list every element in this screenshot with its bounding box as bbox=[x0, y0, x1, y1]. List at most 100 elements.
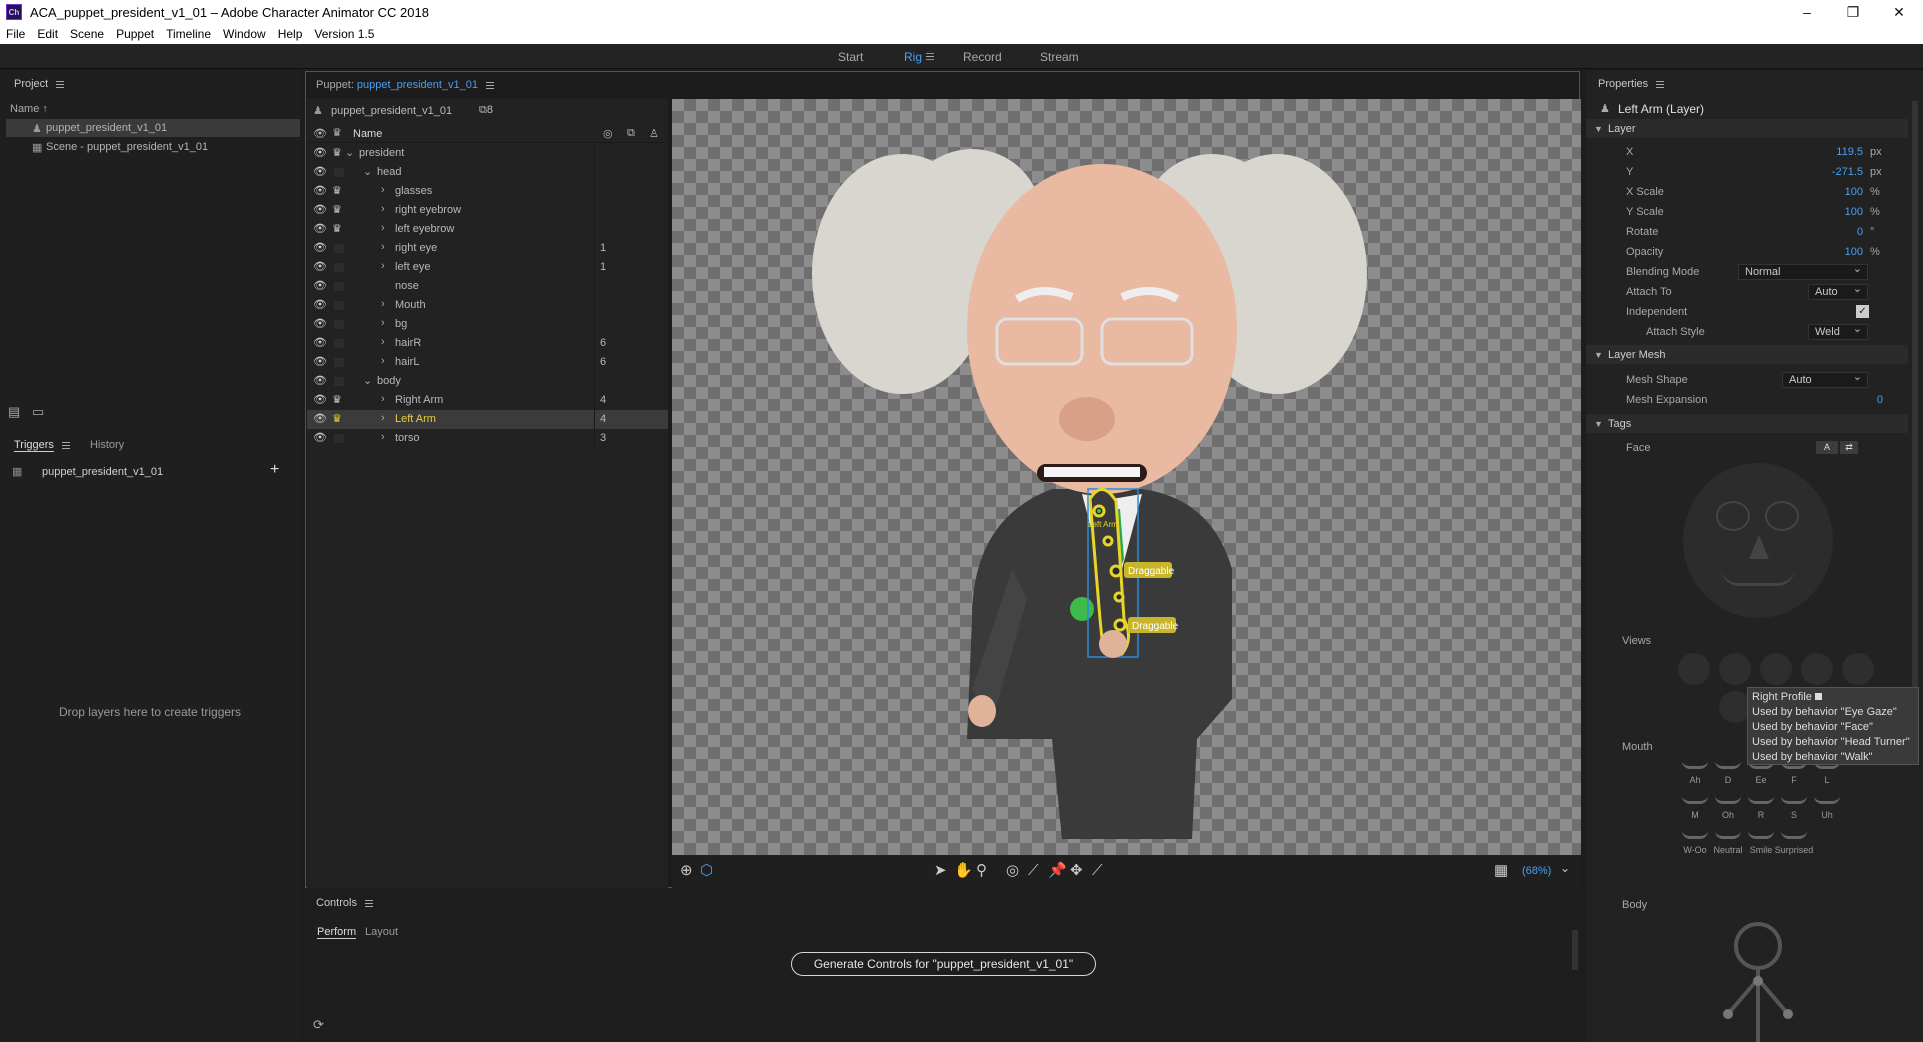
eye-icon[interactable]: 👁 bbox=[313, 205, 327, 216]
menu-timeline[interactable]: Timeline bbox=[160, 27, 217, 41]
eye-icon[interactable]: 👁 bbox=[313, 281, 327, 292]
workspace-start[interactable]: Start bbox=[838, 50, 863, 64]
layer-row[interactable]: 👁 ♛ › Right Arm 4 bbox=[307, 391, 668, 410]
layer-row[interactable]: 👁 › hairR 6 bbox=[307, 334, 668, 353]
chevron-down-icon[interactable]: ⌄ bbox=[363, 165, 372, 178]
view-left-quarter-icon[interactable] bbox=[1719, 653, 1751, 685]
chevron-right-icon[interactable]: › bbox=[381, 336, 385, 348]
workspace-stream[interactable]: Stream bbox=[1040, 50, 1079, 64]
crown-toggle[interactable] bbox=[334, 320, 344, 329]
eye-icon[interactable]: 👁 bbox=[313, 338, 327, 349]
handle-elbow[interactable] bbox=[1109, 564, 1123, 578]
handle-wrist[interactable] bbox=[1113, 618, 1127, 632]
independent-checkbox[interactable]: ✓ bbox=[1856, 305, 1869, 318]
crown-icon[interactable]: ♛ bbox=[332, 204, 346, 216]
layer-row[interactable]: 👁 › Mouth bbox=[307, 296, 668, 315]
chevron-right-icon[interactable]: › bbox=[381, 393, 385, 405]
project-menu-icon[interactable] bbox=[56, 80, 65, 88]
value-y[interactable]: -271.5 bbox=[1832, 166, 1863, 178]
chevron-right-icon[interactable]: › bbox=[381, 184, 385, 196]
handle-column-icon[interactable]: ◎ bbox=[603, 127, 613, 140]
zoom-level[interactable]: (68%) bbox=[1522, 865, 1551, 877]
chevron-right-icon[interactable]: › bbox=[381, 317, 385, 329]
face-eye-left-icon[interactable] bbox=[1765, 501, 1799, 531]
chevron-right-icon[interactable]: › bbox=[381, 412, 385, 424]
puppet-name-link[interactable]: puppet_president_v1_01 bbox=[357, 79, 478, 91]
face-eye-right-icon[interactable] bbox=[1716, 501, 1750, 531]
mouth-shape-m-icon[interactable] bbox=[1682, 796, 1708, 804]
chevron-right-icon[interactable]: › bbox=[381, 260, 385, 272]
chevron-right-icon[interactable]: › bbox=[381, 222, 385, 234]
crown-icon[interactable]: ♛ bbox=[332, 223, 346, 235]
face-tag-graphic[interactable] bbox=[1683, 463, 1833, 618]
value-xscale[interactable]: 100 bbox=[1845, 186, 1863, 198]
crown-icon[interactable]: ♛ bbox=[332, 185, 346, 197]
chevron-right-icon[interactable]: › bbox=[381, 203, 385, 215]
attach-to-dropdown[interactable]: Auto bbox=[1808, 282, 1868, 300]
eye-icon[interactable]: 👁 bbox=[313, 357, 327, 368]
fit-icon[interactable]: ⊕ bbox=[680, 863, 693, 879]
value-x[interactable]: 119.5 bbox=[1836, 146, 1863, 158]
project-item-puppet[interactable]: ♟ puppet_president_v1_01 bbox=[6, 119, 300, 137]
layer-row[interactable]: 👁 › left eye 1 bbox=[307, 258, 668, 277]
mouth-shape-neutral-icon[interactable] bbox=[1715, 831, 1741, 839]
crown-toggle[interactable] bbox=[334, 377, 344, 386]
zoom-dropdown-icon[interactable]: ⌄ bbox=[1560, 861, 1570, 875]
layer-row[interactable]: 👁 › bg bbox=[307, 315, 668, 334]
eye-icon[interactable]: 👁 bbox=[313, 262, 327, 273]
value-rotate[interactable]: 0 bbox=[1857, 226, 1863, 238]
stick-tool-icon[interactable]: ⟋ bbox=[1028, 863, 1039, 879]
triggers-menu-icon[interactable] bbox=[61, 441, 70, 449]
attach-style-dropdown[interactable]: Weld bbox=[1808, 322, 1868, 340]
layer-row[interactable]: 👁 › torso 3 bbox=[307, 429, 668, 448]
view-frontal-icon[interactable] bbox=[1760, 653, 1792, 685]
origin-tool-icon[interactable]: ◎ bbox=[1006, 863, 1019, 879]
layer-row[interactable]: 👁 ♛ › Left Arm 4 bbox=[307, 410, 668, 429]
chevron-right-icon[interactable]: › bbox=[381, 298, 385, 310]
project-col-name[interactable]: Name ↑ bbox=[10, 103, 48, 115]
face-a-button[interactable]: A bbox=[1816, 441, 1838, 454]
layer-row[interactable]: 👁 ♛ › left eyebrow bbox=[307, 220, 668, 239]
select-tool-icon[interactable]: ➤ bbox=[934, 863, 947, 879]
mouth-shape-r-icon[interactable] bbox=[1748, 796, 1774, 804]
folder-icon[interactable]: ▭ bbox=[32, 404, 44, 420]
pin-tool-icon[interactable]: 📌 bbox=[1048, 863, 1067, 879]
project-item-scene[interactable]: ▦ Scene - puppet_president_v1_01 bbox=[6, 138, 300, 156]
menu-help[interactable]: Help bbox=[272, 27, 309, 41]
section-layer[interactable]: ▼ Layer bbox=[1586, 119, 1908, 138]
eye-icon[interactable]: 👁 bbox=[313, 376, 327, 387]
handle-forearm[interactable] bbox=[1113, 591, 1125, 603]
new-scene-icon[interactable]: ▤ bbox=[8, 404, 20, 420]
minimize-icon[interactable]: – bbox=[1784, 0, 1830, 24]
face-mouth-icon[interactable] bbox=[1721, 568, 1795, 586]
crown-toggle[interactable] bbox=[334, 244, 344, 253]
section-layer-mesh[interactable]: ▼ Layer Mesh bbox=[1586, 345, 1908, 364]
tab-layout[interactable]: Layout bbox=[365, 926, 398, 938]
mesh-icon[interactable]: ⬡ bbox=[700, 863, 713, 879]
mouth-shape-uh-icon[interactable] bbox=[1814, 796, 1840, 804]
controls-menu-icon[interactable] bbox=[364, 899, 373, 907]
eye-icon[interactable]: 👁 bbox=[313, 433, 327, 444]
crown-toggle[interactable] bbox=[334, 434, 344, 443]
restore-icon[interactable]: ❐ bbox=[1830, 0, 1876, 24]
body-head-icon[interactable] bbox=[1734, 922, 1782, 970]
crown-toggle[interactable] bbox=[334, 358, 344, 367]
mouth-shape-d-icon[interactable] bbox=[1715, 761, 1741, 769]
puppet-stage[interactable]: Left Arm Draggable Draggable bbox=[672, 99, 1581, 855]
value-mesh-expansion[interactable]: 0 bbox=[1877, 394, 1883, 406]
zoom-tool-icon[interactable]: ⚲ bbox=[976, 863, 987, 879]
hand-tool-icon[interactable]: ✋ bbox=[954, 863, 973, 879]
chevron-down-icon[interactable]: ⌄ bbox=[363, 374, 372, 387]
workspace-record[interactable]: Record bbox=[963, 50, 1002, 64]
workspace-menu-icon[interactable] bbox=[926, 53, 934, 60]
eye-icon[interactable]: 👁 bbox=[313, 186, 327, 197]
value-opacity[interactable]: 100 bbox=[1845, 246, 1863, 258]
tab-triggers[interactable]: Triggers bbox=[14, 439, 54, 452]
menu-puppet[interactable]: Puppet bbox=[110, 27, 160, 41]
controls-scrollbar[interactable] bbox=[1572, 930, 1578, 970]
body-right-hand-icon[interactable] bbox=[1783, 1009, 1793, 1019]
view-left-profile-icon[interactable] bbox=[1678, 653, 1710, 685]
menu-window[interactable]: Window bbox=[217, 27, 272, 41]
menu-version[interactable]: Version 1.5 bbox=[308, 27, 380, 41]
crown-toggle[interactable] bbox=[334, 263, 344, 272]
